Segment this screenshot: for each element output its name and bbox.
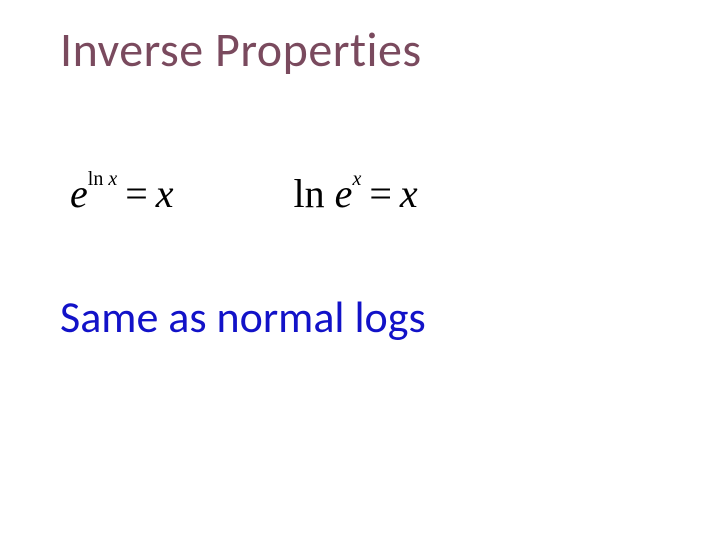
equations-row: eln x=x ln ex=x <box>70 170 650 217</box>
slide-title: Inverse Properties <box>60 20 422 79</box>
eq2-base: e <box>335 171 353 216</box>
slide: Inverse Properties eln x=x ln ex=x Same … <box>0 0 720 540</box>
eq1-rhs: x <box>156 171 174 216</box>
eq1-base: e <box>70 171 88 216</box>
equation-ln-e-x: ln ex=x <box>294 170 418 217</box>
eq2-fn: ln <box>294 171 325 216</box>
eq1-exp-var: x <box>108 168 117 190</box>
eq1-exp-fn: ln <box>88 168 104 190</box>
eq1-exponent: ln x <box>88 168 117 190</box>
eq2-exp-var: x <box>352 168 361 190</box>
eq1-equals: = <box>117 171 156 216</box>
eq2-exponent: x <box>352 168 361 190</box>
subtitle: Same as normal logs <box>60 290 426 344</box>
equation-e-ln-x: eln x=x <box>70 170 174 217</box>
eq2-rhs: x <box>400 171 418 216</box>
eq2-equals: = <box>361 171 400 216</box>
